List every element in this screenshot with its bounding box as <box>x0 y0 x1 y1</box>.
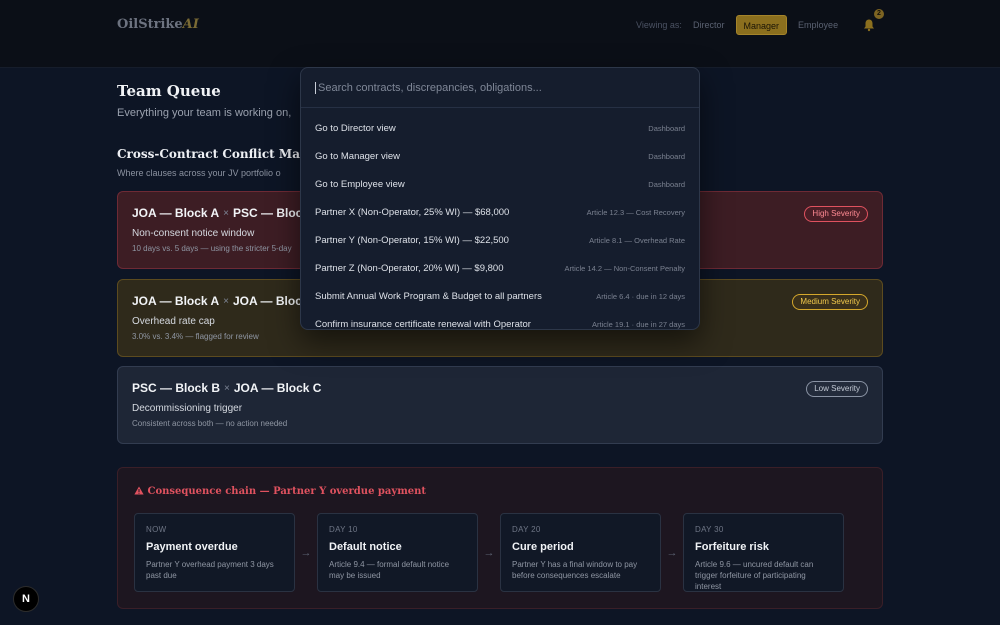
chain-steps: NOW Payment overdue Partner Y overhead p… <box>134 513 844 592</box>
contract-pair: PSC — Block B × JOA — Block C <box>132 381 322 395</box>
command-palette: Go to Director view Dashboard Go to Mana… <box>300 67 700 330</box>
role-director-button[interactable]: Director <box>686 15 732 35</box>
bell-icon[interactable] <box>862 18 876 32</box>
palette-item-partner-x[interactable]: Partner X (Non-Operator, 25% WI) — $68,0… <box>301 198 699 226</box>
chain-step-now: NOW Payment overdue Partner Y overhead p… <box>134 513 295 592</box>
severity-badge: High Severity <box>804 206 868 222</box>
palette-item-partner-z[interactable]: Partner Z (Non-Operator, 20% WI) — $9,80… <box>301 254 699 282</box>
palette-search-input[interactable] <box>315 81 685 94</box>
consequence-chain-panel: Consequence chain — Partner Y overdue pa… <box>117 467 883 609</box>
chain-step-day10: DAY 10 Default notice Article 9.4 — form… <box>317 513 478 592</box>
palette-results: Go to Director view Dashboard Go to Mana… <box>301 108 699 330</box>
consequence-chain-title: Consequence chain — Partner Y overdue pa… <box>134 486 426 497</box>
role-manager-button[interactable]: Manager <box>735 15 788 35</box>
chain-step-day30: DAY 30 Forfeiture risk Article 9.6 — unc… <box>683 513 844 592</box>
page-subtitle: Everything your team is working on, <box>117 107 292 119</box>
conflict-map-subtitle: Where clauses across your JV portfolio o <box>117 168 281 178</box>
arrow-right-icon: → <box>483 546 495 559</box>
top-bar: OilStrikeAI Viewing as: Director Manager… <box>0 0 1000 68</box>
palette-item-director-view[interactable]: Go to Director view Dashboard <box>301 114 699 142</box>
notification-count-badge: 2 <box>874 9 884 19</box>
palette-item-insurance[interactable]: Confirm insurance certificate renewal wi… <box>301 310 699 330</box>
severity-badge: Medium Severity <box>792 294 868 310</box>
conflict-clause: Decommissioning trigger <box>132 403 243 414</box>
conflict-card-low[interactable]: PSC — Block B × JOA — Block C Decommission… <box>117 366 883 444</box>
arrow-right-icon: → <box>300 546 312 559</box>
conflict-map-title: Cross-Contract Conflict Map <box>117 147 309 161</box>
conflict-detail: Consistent across both — no action neede… <box>132 419 288 428</box>
severity-badge: Low Severity <box>806 381 868 397</box>
arrow-right-icon: → <box>666 546 678 559</box>
palette-item-manager-view[interactable]: Go to Manager view Dashboard <box>301 142 699 170</box>
warning-icon <box>134 486 144 495</box>
palette-item-partner-y[interactable]: Partner Y (Non-Operator, 15% WI) — $22,5… <box>301 226 699 254</box>
page-title: Team Queue <box>117 82 221 100</box>
palette-item-employee-view[interactable]: Go to Employee view Dashboard <box>301 170 699 198</box>
palette-item-work-program[interactable]: Submit Annual Work Program & Budget to a… <box>301 282 699 310</box>
viewing-as-label: Viewing as: <box>636 20 682 30</box>
conflict-detail: 3.0% vs. 3.4% — flagged for review <box>132 332 259 341</box>
app-logo[interactable]: OilStrikeAI <box>117 17 199 32</box>
nextjs-dev-badge[interactable]: N <box>13 586 39 612</box>
chain-step-day20: DAY 20 Cure period Partner Y has a final… <box>500 513 661 592</box>
role-switcher: Director Manager Employee <box>686 14 845 36</box>
role-employee-button[interactable]: Employee <box>791 15 845 35</box>
palette-search-bar <box>301 68 699 108</box>
